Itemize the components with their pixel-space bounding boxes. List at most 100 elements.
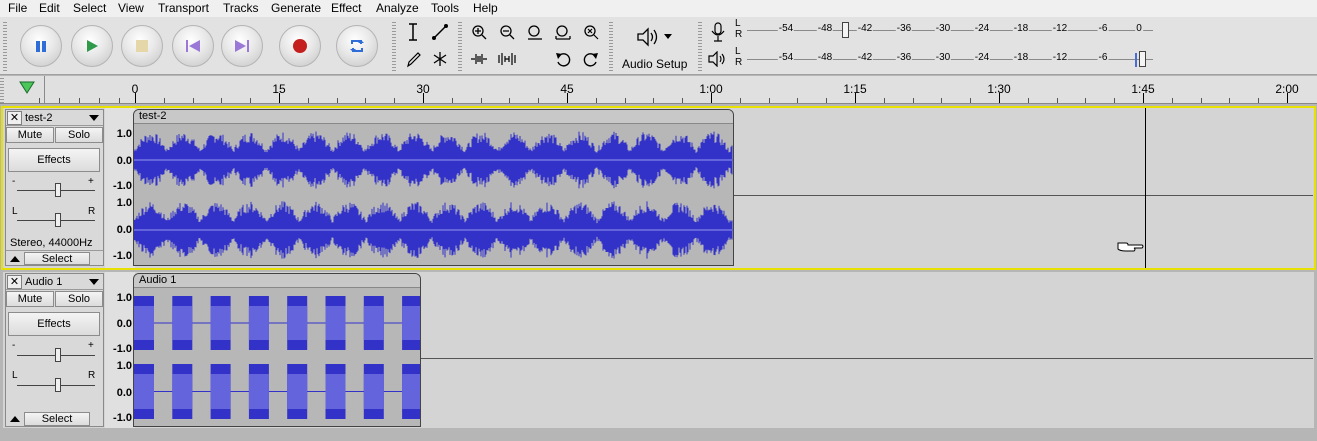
- draw-tool[interactable]: [400, 47, 426, 71]
- timeline-ruler[interactable]: 0 15 30 45 1:00 1:15 1:30 1:45 2:00: [0, 76, 1317, 104]
- collapse-icon[interactable]: [10, 416, 20, 422]
- menu-view[interactable]: View: [118, 1, 144, 15]
- waveform[interactable]: [134, 289, 420, 426]
- meter-grip[interactable]: [698, 20, 702, 72]
- scale-label: -1.0: [113, 180, 132, 192]
- menu-tracks[interactable]: Tracks: [223, 1, 259, 15]
- track-test-2[interactable]: ✕ test-2 Mute Solo Effects - + L R Stere…: [1, 106, 1316, 270]
- undo-button[interactable]: [550, 47, 576, 71]
- waveform-pulse-rms: [134, 374, 154, 409]
- audio-clip[interactable]: test-2: [133, 109, 734, 266]
- clip-title[interactable]: test-2: [134, 110, 733, 124]
- pause-button[interactable]: [20, 25, 62, 67]
- ruler-tick: [59, 98, 60, 103]
- fit-project-button[interactable]: [550, 20, 576, 44]
- skip-end-icon: [235, 40, 249, 52]
- pan-slider[interactable]: [17, 378, 95, 392]
- play-meter-l: L: [735, 46, 741, 57]
- zoom-toggle-button[interactable]: [578, 20, 604, 44]
- ruler-tick: [1114, 98, 1115, 103]
- microphone-icon[interactable]: [710, 22, 726, 42]
- ruler-tick: [884, 98, 885, 103]
- effects-button[interactable]: Effects: [8, 148, 100, 172]
- clip-title[interactable]: Audio 1: [134, 274, 420, 288]
- menu-transport[interactable]: Transport: [158, 1, 209, 15]
- selection-tool[interactable]: [400, 20, 426, 44]
- close-track-button[interactable]: ✕: [7, 110, 22, 125]
- record-meter[interactable]: -54 -48 -42 -36 -30 -24 -18 -12 -6 0: [747, 20, 1153, 40]
- transport-grip[interactable]: [3, 20, 7, 72]
- audio-setup-label: Audio Setup: [622, 57, 688, 71]
- play-head-triangle-icon[interactable]: [19, 81, 35, 95]
- fit-selection-button[interactable]: [522, 20, 548, 44]
- track-name[interactable]: test-2: [25, 112, 89, 124]
- ruler-tick: [1172, 98, 1173, 103]
- skip-to-end-button[interactable]: [221, 25, 263, 67]
- tools-grip[interactable]: [392, 20, 396, 72]
- select-button[interactable]: Select: [24, 412, 90, 426]
- mute-button[interactable]: Mute: [6, 291, 54, 307]
- solo-button[interactable]: Solo: [55, 291, 103, 307]
- track-name[interactable]: Audio 1: [25, 276, 89, 288]
- menu-generate[interactable]: Generate: [271, 1, 321, 15]
- zoom-out-button[interactable]: [494, 20, 520, 44]
- speaker-icon[interactable]: [708, 51, 728, 67]
- collapse-icon[interactable]: [10, 255, 20, 262]
- effects-button[interactable]: Effects: [8, 312, 100, 336]
- waveform-pulse-rms: [172, 374, 193, 409]
- menu-tools[interactable]: Tools: [431, 1, 459, 15]
- menu-effect[interactable]: Effect: [331, 1, 361, 15]
- gain-slider[interactable]: [17, 183, 95, 197]
- pan-slider[interactable]: [17, 213, 95, 227]
- mute-button[interactable]: Mute: [6, 127, 54, 143]
- stop-button[interactable]: [121, 25, 163, 67]
- menu-edit[interactable]: Edit: [39, 1, 60, 15]
- chevron-down-icon[interactable]: [89, 114, 99, 121]
- menu-help[interactable]: Help: [473, 1, 498, 15]
- ruler-label: 1:30: [987, 82, 1011, 96]
- ruler-tick: [769, 98, 770, 103]
- ruler-tick: [1085, 98, 1086, 103]
- scale-label: 1.0: [116, 292, 132, 304]
- track-control-panel: ✕ test-2 Mute Solo Effects - + L R Stere…: [5, 109, 104, 266]
- gain-slider[interactable]: [17, 348, 95, 362]
- menu-file[interactable]: File: [8, 1, 27, 15]
- ruler-label: 2:00: [1275, 82, 1299, 96]
- loop-button[interactable]: [336, 25, 378, 67]
- menu-select[interactable]: Select: [73, 1, 106, 15]
- play-icon: [87, 40, 98, 52]
- meter-tick: -48: [816, 52, 834, 63]
- trim-audio-button[interactable]: [466, 47, 492, 71]
- audio-setup-grip[interactable]: [609, 20, 613, 72]
- silence-icon: [498, 53, 516, 65]
- select-button[interactable]: Select: [24, 252, 90, 265]
- edit-grip[interactable]: [458, 20, 462, 72]
- ruler-tick: [337, 98, 338, 103]
- ruler-label: 1:45: [1131, 82, 1155, 96]
- zoom-in-button[interactable]: [466, 20, 492, 44]
- record-level-slider[interactable]: [842, 22, 849, 38]
- playback-meter[interactable]: -54 -48 -42 -36 -30 -24 -18 -12 -6: [747, 49, 1153, 69]
- audio-clip[interactable]: Audio 1: [133, 273, 421, 427]
- menu-analyze[interactable]: Analyze: [376, 1, 419, 15]
- audio-setup-button[interactable]: Audio Setup: [616, 20, 692, 72]
- waveform[interactable]: [134, 125, 733, 265]
- play-button[interactable]: [71, 25, 113, 67]
- ruler-label: 45: [560, 82, 574, 96]
- speaker-icon: [637, 27, 658, 47]
- skip-to-start-button[interactable]: [172, 25, 214, 67]
- ruler-tick: [39, 98, 40, 103]
- chevron-down-icon[interactable]: [89, 278, 99, 285]
- track-audio-1[interactable]: ✕ Audio 1 Mute Solo Effects - + L R Sele…: [3, 272, 1314, 428]
- waveform-pulse-rms: [363, 374, 384, 409]
- close-track-button[interactable]: ✕: [7, 274, 22, 289]
- scale-label: -1.0: [113, 412, 132, 424]
- toolbar: Audio Setup L R -54 -48 -42 -36 -30 -24 …: [0, 17, 1317, 75]
- record-button[interactable]: [279, 25, 321, 67]
- envelope-tool[interactable]: [427, 20, 453, 44]
- multi-tool[interactable]: [427, 47, 453, 71]
- silence-audio-button[interactable]: [494, 47, 520, 71]
- solo-button[interactable]: Solo: [55, 127, 103, 143]
- redo-button[interactable]: [578, 47, 604, 71]
- playback-level-slider[interactable]: [1139, 51, 1146, 67]
